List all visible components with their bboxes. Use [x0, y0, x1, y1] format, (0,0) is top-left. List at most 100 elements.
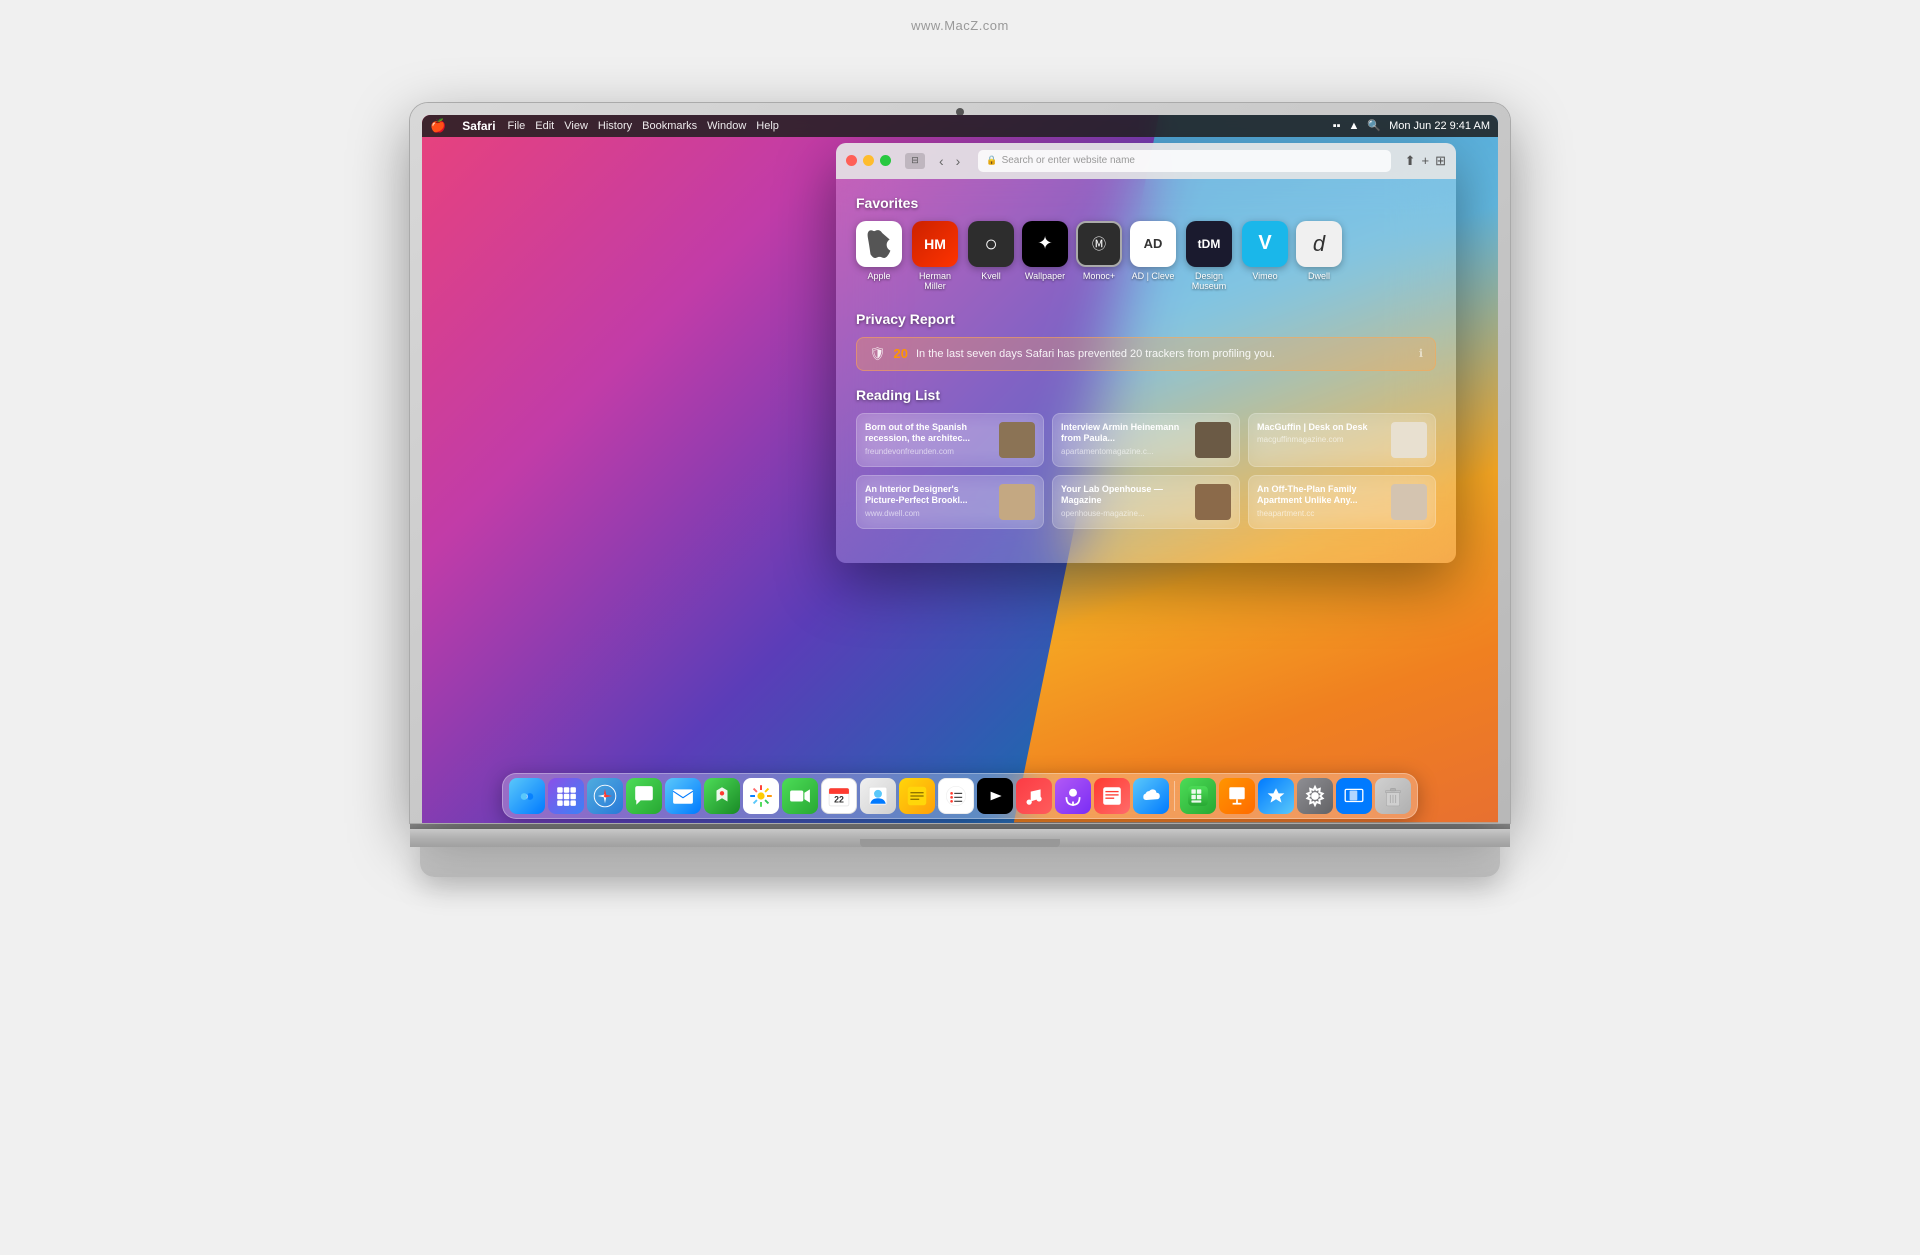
- reading-item-6-title: An Off-The-Plan Family Apartment Unlike …: [1257, 484, 1385, 507]
- reading-item-4-text: An Interior Designer's Picture-Perfect B…: [865, 484, 993, 520]
- menu-history[interactable]: History: [598, 120, 632, 132]
- reading-item-6-url: theapartment.cc: [1257, 509, 1385, 518]
- dock-finder[interactable]: [509, 778, 545, 814]
- url-bar[interactable]: 🔒 Search or enter website name: [978, 150, 1390, 172]
- menubar-right: ▪▪ ▲ 🔍 Mon Jun 22 9:41 AM: [1333, 119, 1490, 132]
- dock-keynote[interactable]: [1219, 778, 1255, 814]
- favorite-wallpaper[interactable]: ✦ Wallpaper: [1022, 221, 1068, 291]
- dock-calendar[interactable]: 22: [821, 778, 857, 814]
- menubar-menus: File Edit View History Bookmarks Window …: [508, 120, 779, 132]
- macbook-base: MacBook Pro: [410, 829, 1510, 847]
- favorite-kvell[interactable]: ○ Kvell: [968, 221, 1014, 291]
- favorite-monoc[interactable]: Ⓜ Monoc+: [1076, 221, 1122, 291]
- safari-nav: ‹ ›: [935, 151, 964, 171]
- dock-maps[interactable]: [704, 778, 740, 814]
- safari-toolbar-actions: ⬆ + ⊞: [1405, 153, 1446, 169]
- dock-container: 22: [502, 773, 1418, 819]
- share-button[interactable]: ⬆: [1405, 153, 1416, 169]
- macbook: 🍎 Safari File Edit View History Bookmark…: [380, 103, 1540, 1153]
- dock-screen[interactable]: [1336, 778, 1372, 814]
- minimize-button[interactable]: [863, 155, 874, 166]
- dock-appletv[interactable]: [977, 778, 1013, 814]
- url-text: Search or enter website name: [1002, 155, 1135, 166]
- menu-bookmarks[interactable]: Bookmarks: [642, 120, 697, 132]
- reading-item-2[interactable]: Interview Armin Heinemann from Paula... …: [1052, 413, 1240, 467]
- reading-item-6-text: An Off-The-Plan Family Apartment Unlike …: [1257, 484, 1385, 520]
- reading-item-4-title: An Interior Designer's Picture-Perfect B…: [865, 484, 993, 507]
- reading-item-1-text: Born out of the Spanish recession, the a…: [865, 422, 993, 458]
- safari-titlebar: ⊟ ‹ › 🔒 Search or enter website name ⬆: [836, 143, 1456, 179]
- safari-window: ⊟ ‹ › 🔒 Search or enter website name ⬆: [836, 143, 1456, 563]
- reading-item-5-text: Your Lab Openhouse — Magazine openhouse-…: [1061, 484, 1189, 520]
- dock-safari[interactable]: [587, 778, 623, 814]
- active-app-name[interactable]: Safari: [462, 119, 495, 133]
- wifi-icon: ▲: [1349, 120, 1360, 132]
- reading-item-4[interactable]: An Interior Designer's Picture-Perfect B…: [856, 475, 1044, 529]
- menu-window[interactable]: Window: [707, 120, 746, 132]
- sidebar-toggle[interactable]: ⊟: [905, 153, 925, 169]
- reading-item-2-text: Interview Armin Heinemann from Paula... …: [1061, 422, 1189, 458]
- mono-favicon: Ⓜ: [1076, 221, 1122, 267]
- dock-divider: [1174, 781, 1175, 811]
- hm-label: Herman Miller: [910, 271, 960, 291]
- dock: 22: [502, 773, 1418, 819]
- dock-news[interactable]: [1094, 778, 1130, 814]
- reading-item-6[interactable]: An Off-The-Plan Family Apartment Unlike …: [1248, 475, 1436, 529]
- dock-podcasts[interactable]: [1055, 778, 1091, 814]
- dock-notes[interactable]: [899, 778, 935, 814]
- favorite-dwell[interactable]: d Dwell: [1296, 221, 1342, 291]
- dock-messages[interactable]: [626, 778, 662, 814]
- privacy-report-section: Privacy Report 🛡 20 In the last seven da…: [856, 311, 1436, 371]
- reading-item-5-url: openhouse-magazine...: [1061, 509, 1189, 518]
- reading-item-1-thumb: [999, 422, 1035, 458]
- dock-contacts[interactable]: [860, 778, 896, 814]
- reading-item-6-thumb: [1391, 484, 1427, 520]
- dock-music[interactable]: [1016, 778, 1052, 814]
- favorite-dm[interactable]: tDM Design Museum: [1184, 221, 1234, 291]
- tab-overview-button[interactable]: ⊞: [1435, 153, 1446, 169]
- menu-file[interactable]: File: [508, 120, 526, 132]
- apple-favicon: [856, 221, 902, 267]
- reading-item-3[interactable]: MacGuffin | Desk on Desk macguffinmagazi…: [1248, 413, 1436, 467]
- dock-photos[interactable]: [743, 778, 779, 814]
- dock-numbers[interactable]: [1180, 778, 1216, 814]
- favorites-section: Favorites Apple: [856, 195, 1436, 291]
- dock-appstore[interactable]: [1258, 778, 1294, 814]
- dock-facetime[interactable]: [782, 778, 818, 814]
- search-icon[interactable]: 🔍: [1367, 119, 1381, 132]
- reading-item-1[interactable]: Born out of the Spanish recession, the a…: [856, 413, 1044, 467]
- reading-item-5-title: Your Lab Openhouse — Magazine: [1061, 484, 1189, 507]
- new-tab-button[interactable]: +: [1422, 153, 1430, 168]
- dock-system-preferences[interactable]: [1297, 778, 1333, 814]
- vimeo-label: Vimeo: [1252, 271, 1277, 281]
- back-button[interactable]: ‹: [935, 151, 948, 171]
- favorite-herman-miller[interactable]: HM Herman Miller: [910, 221, 960, 291]
- favorite-apple[interactable]: Apple: [856, 221, 902, 291]
- reading-item-2-url: apartamentomaga­zine.c...: [1061, 447, 1189, 456]
- privacy-bar[interactable]: 🛡 20 In the last seven days Safari has p…: [856, 337, 1436, 371]
- dock-trash[interactable]: [1375, 778, 1411, 814]
- mono-label: Monoc+: [1083, 271, 1115, 281]
- dock-mail[interactable]: [665, 778, 701, 814]
- fullscreen-button[interactable]: [880, 155, 891, 166]
- reading-item-2-title: Interview Armin Heinemann from Paula...: [1061, 422, 1189, 445]
- close-button[interactable]: [846, 155, 857, 166]
- watermark: www.MacZ.com: [911, 18, 1009, 33]
- menu-view[interactable]: View: [564, 120, 588, 132]
- favorite-vimeo[interactable]: V Vimeo: [1242, 221, 1288, 291]
- favorites-title: Favorites: [856, 195, 1436, 211]
- privacy-title: Privacy Report: [856, 311, 1436, 327]
- macbook-bottom: [420, 847, 1500, 877]
- apple-menu[interactable]: 🍎: [430, 118, 446, 134]
- forward-button[interactable]: ›: [952, 151, 965, 171]
- menu-edit[interactable]: Edit: [535, 120, 554, 132]
- wp-label: Wallpaper: [1025, 271, 1065, 281]
- menu-help[interactable]: Help: [756, 120, 779, 132]
- reading-item-5[interactable]: Your Lab Openhouse — Magazine openhouse-…: [1052, 475, 1240, 529]
- dock-launchpad[interactable]: [548, 778, 584, 814]
- favorite-ad[interactable]: AD AD | Cleve: [1130, 221, 1176, 291]
- dock-reminders[interactable]: [938, 778, 974, 814]
- reading-item-3-thumb: [1391, 422, 1427, 458]
- reading-item-5-thumb: [1195, 484, 1231, 520]
- dock-icloud[interactable]: [1133, 778, 1169, 814]
